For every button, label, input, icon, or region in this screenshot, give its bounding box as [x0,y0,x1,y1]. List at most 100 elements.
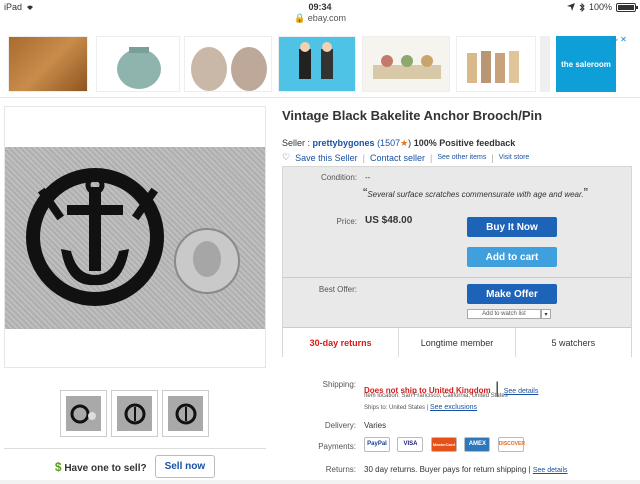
divider [283,277,631,278]
seller-info: Seller : prettybygones (1507★) 100% Posi… [282,138,515,149]
positive-feedback: 100% Positive feedback [413,138,516,148]
condition-quote: “Several surface scratches commensurate … [363,185,588,200]
save-seller-link[interactable]: Save this Seller [295,153,358,163]
chevron-down-icon[interactable]: ▾ [541,309,551,319]
anchor-brooch [26,168,164,306]
ships-to-label: Ships to: [364,405,388,411]
seller-score-close: ) [408,138,412,148]
thumbnail-image [168,396,203,431]
url-text: ebay.com [307,13,347,23]
ad-controls[interactable]: ▷ ✕ [612,34,634,44]
ships-to-value: United States [389,405,426,411]
condition-description: Several surface scratches commensurate w… [367,190,584,199]
payment-methods: PayPal VISA MasterCard AMEX DISCOVER [364,436,527,454]
buy-it-now-button[interactable]: Buy It Now [467,217,557,237]
location-label: Item location: [364,393,400,399]
amex-icon: AMEX [464,437,491,453]
see-exclusions-link[interactable]: See exclusions [430,404,477,411]
thumbnail-image [66,396,101,431]
bluetooth-icon [579,2,585,12]
see-other-items-link[interactable]: See other items [437,154,486,161]
brooch-photo[interactable] [5,147,265,329]
quarter-coin [174,228,240,294]
battery-percent: 100% [588,2,612,12]
best-offer-label: Best Offer: [318,285,357,294]
sell-question: Have one to sell? [64,462,147,474]
shipping-details-link[interactable]: See details [504,388,539,395]
make-offer-button[interactable]: Make Offer [467,284,557,304]
price-value: US $48.00 [365,215,413,226]
ad-image-wood[interactable] [8,36,88,92]
separator: | [362,152,365,163]
thumbnail-3[interactable] [162,390,209,437]
member-stat: Longtime member [399,328,516,357]
image-column: $ Have one to sell? Sell now [4,106,266,478]
sell-row: $ Have one to sell? Sell now [4,448,266,484]
battery-icon [616,2,638,12]
delivery-value: Varies [364,421,387,430]
item-title: Vintage Black Bakelite Anchor Brooch/Pin [282,108,543,123]
paypal-icon: PayPal [364,437,390,453]
status-right: 100% [566,2,638,12]
discover-icon: DISCOVER [497,437,525,453]
contact-seller-link[interactable]: Contact seller [370,153,425,163]
add-to-watch-list-button[interactable]: Add to watch list [467,309,541,319]
thumbnail-2[interactable] [111,390,158,437]
lock-icon: 🔒 [293,13,306,23]
sell-now-button[interactable]: Sell now [154,455,216,478]
location-icon [566,3,575,11]
returns-details-link[interactable]: See details [533,467,568,474]
item-location: Item location: San Francisco, California… [364,393,508,399]
dollar-icon: $ [54,459,62,474]
add-to-cart-button[interactable]: Add to cart [467,247,557,267]
ad-saleroom[interactable]: the saleroom [556,36,616,92]
returns-label: Returns: [325,465,356,474]
separator: | [491,152,494,163]
condition-label: Condition: [320,173,357,182]
url-bar[interactable]: 🔒 ebay.com [0,13,640,24]
purchase-box: Condition: -- “Several surface scratches… [282,166,632,357]
listing-main: $ Have one to sell? Sell now Vintage Bla… [0,98,640,480]
separator: | [429,152,433,163]
seller-name-link[interactable]: prettybygones [313,138,375,148]
listing-stats: 30-day returns Longtime member 5 watcher… [283,327,631,357]
clock: 09:34 [308,2,332,12]
quote-close: ” [583,185,588,200]
thumbnail-strip [60,390,209,437]
location-value: San Francisco, California, United States [401,393,508,399]
main-image[interactable] [4,106,266,368]
ad-image-jars[interactable] [184,36,272,92]
returns-stat: 30-day returns [283,328,400,357]
seller-prefix: Seller : [282,138,311,148]
heart-icon[interactable]: ♡ [282,152,290,163]
separator: | [426,405,429,411]
price-label: Price: [336,217,357,226]
battery-fill [618,4,634,10]
star-icon: ★ [400,138,409,148]
ships-to: Ships to: United States | See exclusions [364,404,477,411]
visa-icon: VISA [397,437,424,453]
shipping-label: Shipping: [322,380,356,389]
ad-choices-icon[interactable]: ▷ [612,35,618,44]
ad-image-vase[interactable] [96,36,180,92]
ad-image-dolls[interactable] [456,36,536,92]
visit-store-link[interactable]: Visit store [499,154,530,161]
seller-score[interactable]: (1507 [377,138,400,148]
mastercard-icon: MasterCard [430,437,457,453]
status-bar: iPad 09:34 🔒 ebay.com 100% [0,0,640,26]
close-icon[interactable]: ✕ [620,35,627,44]
returns-value: 30 day returns. Buyer pays for return sh… [364,465,568,474]
delivery-label: Delivery: [324,421,356,430]
thumbnail-image [117,396,152,431]
condition-value: -- [365,173,371,182]
watchers-stat: 5 watchers [551,337,596,348]
seller-actions: ♡ Save this Seller | Contact seller | Se… [282,152,529,163]
returns-policy: 30 day returns. Buyer pays for return sh… [364,465,527,474]
thumbnail-1[interactable] [60,390,107,437]
ad-image-figures[interactable] [278,36,356,92]
ad-image-set[interactable] [362,36,450,92]
payments-label: Payments: [318,442,356,451]
ad-strip: the saleroom ▷ ✕ [0,26,640,98]
separator: | [528,465,531,474]
ad-image-partial[interactable] [540,36,550,92]
